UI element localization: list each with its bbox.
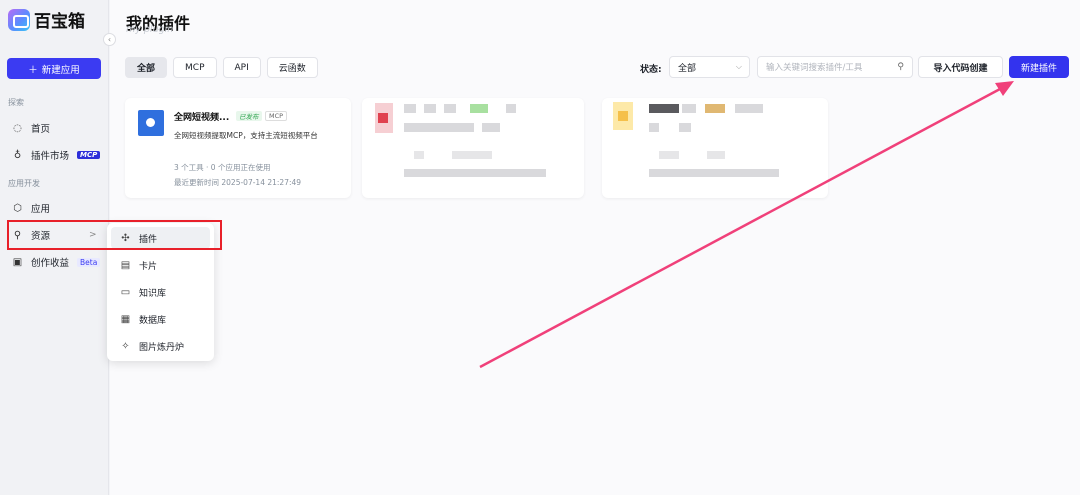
arrow-head bbox=[995, 81, 1014, 96]
annotation-arrow bbox=[479, 81, 1014, 369]
arrow-line bbox=[479, 87, 1001, 369]
